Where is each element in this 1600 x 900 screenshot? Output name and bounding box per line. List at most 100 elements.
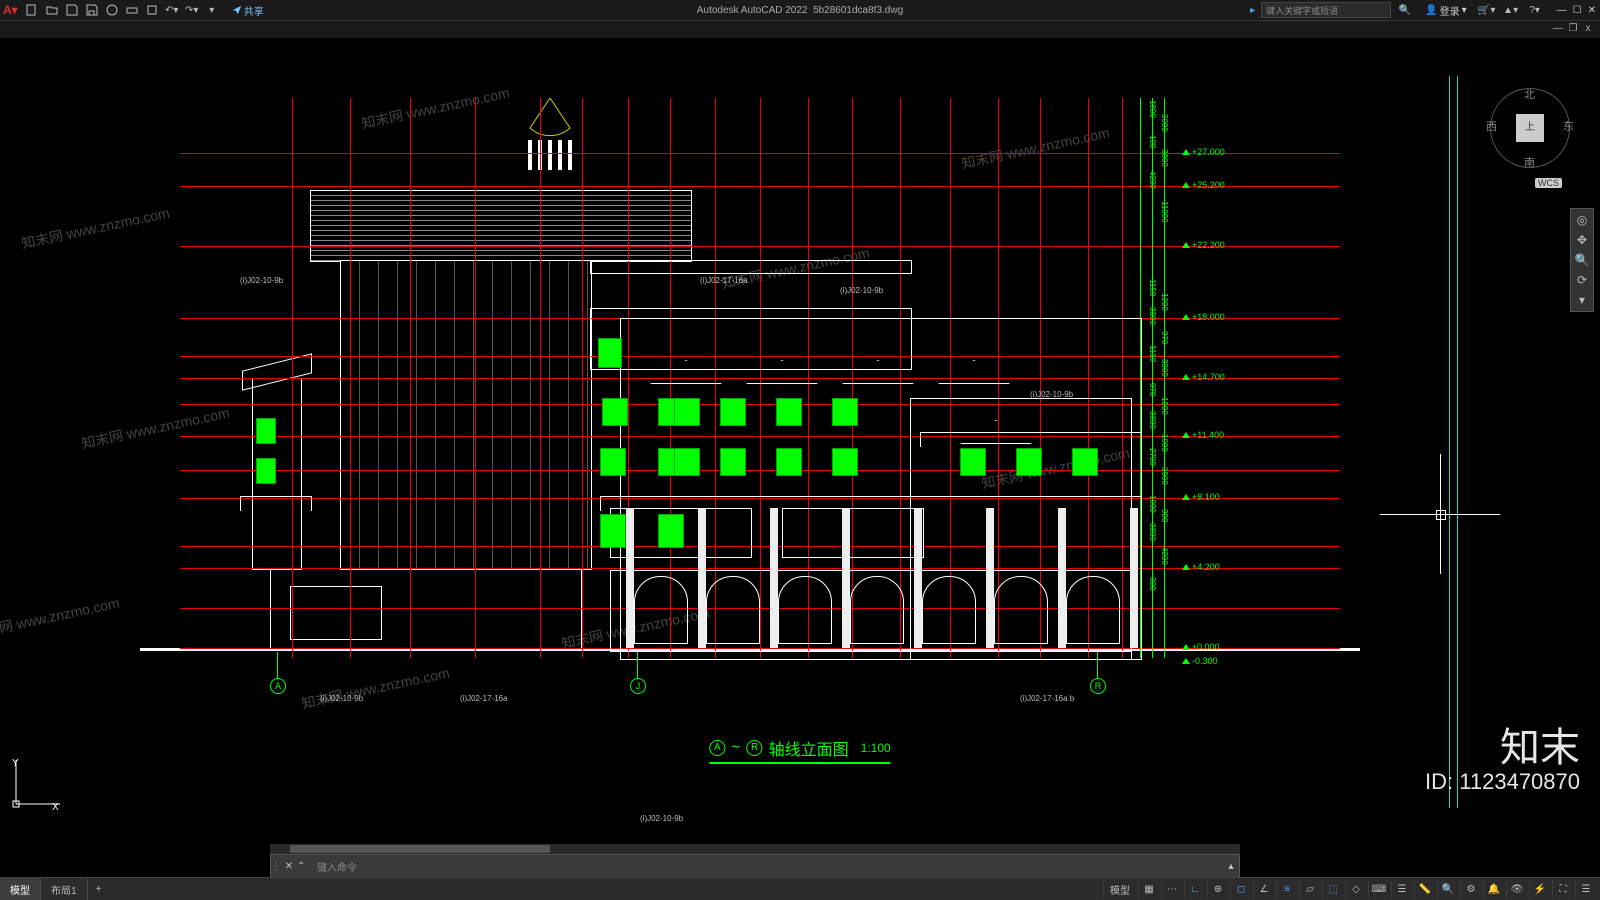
login-button[interactable]: 👤登录▾: [1425, 3, 1466, 18]
arch: [778, 576, 832, 644]
layout-tabs: 模型 布局1 +: [0, 878, 109, 900]
nav-more-icon[interactable]: ▾: [1579, 293, 1585, 307]
new-icon[interactable]: [23, 1, 41, 19]
ortho-icon[interactable]: ∟: [1184, 880, 1205, 898]
window: [598, 338, 622, 368]
units-icon[interactable]: 📏: [1414, 880, 1435, 898]
plot-icon[interactable]: [123, 1, 141, 19]
callout-label: (i)J02-17-16a: [700, 276, 748, 285]
print-icon[interactable]: [143, 1, 161, 19]
level-marker: +8.100: [1182, 492, 1220, 502]
annoscale-icon[interactable]: 🔍: [1437, 880, 1458, 898]
level-marker: +11.400: [1182, 430, 1224, 440]
search-input[interactable]: 键入关键字或短语: [1261, 2, 1391, 18]
polar-icon[interactable]: ⊕: [1207, 880, 1228, 898]
customize-icon[interactable]: ☰: [1575, 880, 1596, 898]
horizontal-scrollbar[interactable]: [270, 844, 1240, 854]
nav-pan-icon[interactable]: ✥: [1577, 233, 1587, 247]
eave: [920, 432, 1142, 447]
share-button[interactable]: 共享: [232, 3, 264, 18]
nav-wheel-icon[interactable]: ◎: [1577, 213, 1587, 227]
cmdline-expand-icon[interactable]: ▴: [1223, 861, 1239, 872]
viewcube[interactable]: 上 北 南 西 东: [1490, 88, 1570, 168]
dome-column: [528, 140, 532, 170]
cart-icon[interactable]: 🛒▾: [1478, 1, 1496, 19]
callout-label: (i)J02-10-9b: [240, 276, 283, 285]
axis-bubble: R: [1090, 678, 1106, 694]
tab-model[interactable]: 模型: [0, 878, 41, 900]
viewcube-north[interactable]: 北: [1524, 86, 1535, 102]
minimize-button[interactable]: —: [1557, 5, 1567, 16]
snapmode-icon[interactable]: ⋯: [1161, 880, 1182, 898]
help-icon[interactable]: ?▾: [1526, 1, 1544, 19]
redo-icon[interactable]: ↷▾: [183, 1, 201, 19]
login-dropdown-icon: ▾: [1462, 5, 1467, 16]
title-bar: A▾ ↶▾ ↷▾ ▾ 共享 Autodesk AutoCAD 2022 5b28…: [0, 0, 1600, 20]
command-line[interactable]: ⋮ ✕ ⌃ 键入命令 ▴: [270, 854, 1240, 878]
wcs-badge[interactable]: WCS: [1535, 178, 1562, 188]
scrollbar-thumb[interactable]: [290, 845, 550, 853]
viewcube-west[interactable]: 西: [1486, 118, 1497, 134]
modelspace-toggle[interactable]: 模型: [1103, 880, 1136, 898]
osnap-icon[interactable]: ◻: [1230, 880, 1251, 898]
tab-layout1[interactable]: 布局1: [41, 878, 88, 900]
window: [832, 398, 858, 426]
app-switcher-icon[interactable]: ▲▾: [1502, 1, 1520, 19]
cmdline-grip-icon[interactable]: ⋮: [271, 861, 281, 872]
dimension-value: 2700: [1148, 448, 1157, 466]
file-tab-row: — ❐ x: [0, 20, 1600, 40]
maximize-button[interactable]: ☐: [1573, 5, 1582, 16]
transparency-icon[interactable]: ▱: [1299, 880, 1320, 898]
nav-zoom-icon[interactable]: 🔍: [1575, 253, 1590, 267]
viewcube-top[interactable]: 上: [1516, 114, 1544, 142]
dimension-value: 970: [1160, 331, 1169, 344]
drawing-canvas[interactable]: 知末网 www.znzmo.com 知末网 www.znzmo.com 知末网 …: [0, 38, 1600, 854]
window: [720, 448, 746, 476]
selection-cycling-icon[interactable]: ⬚: [1322, 880, 1343, 898]
add-layout-button[interactable]: +: [88, 884, 110, 895]
drawing-minimize-button[interactable]: —: [1552, 23, 1564, 35]
window: [776, 448, 802, 476]
undo-icon[interactable]: ↶▾: [163, 1, 181, 19]
column: [986, 508, 994, 648]
callout-label: (i)J02-10-9b: [640, 814, 683, 823]
axis-bubble: A: [270, 678, 286, 694]
dyninput-icon[interactable]: ⌨: [1368, 880, 1389, 898]
viewcube-east[interactable]: 东: [1563, 118, 1574, 134]
3dosnap-icon[interactable]: ◇: [1345, 880, 1366, 898]
web-icon[interactable]: [103, 1, 121, 19]
lineweight-icon[interactable]: ≡: [1276, 880, 1297, 898]
nav-orbit-icon[interactable]: ⟳: [1577, 273, 1587, 287]
dimension-value: 970: [1148, 383, 1157, 396]
cleanscreen-icon[interactable]: ⛶: [1552, 880, 1573, 898]
callout-label: (i)J02-10-9b: [840, 286, 883, 295]
dome: [520, 98, 580, 140]
brand-watermark: 知末 ID: 1123470870: [1425, 726, 1580, 794]
grid-toggle-icon[interactable]: ▦: [1138, 880, 1159, 898]
arch: [634, 576, 688, 644]
viewcube-south[interactable]: 南: [1524, 154, 1535, 170]
isolate-icon[interactable]: 👁: [1506, 880, 1527, 898]
drawing-restore-button[interactable]: ❐: [1567, 23, 1579, 35]
close-button[interactable]: ✕: [1588, 5, 1596, 16]
saveas-icon[interactable]: [83, 1, 101, 19]
window: [720, 398, 746, 426]
drawing-close-button[interactable]: x: [1582, 23, 1594, 35]
window: [600, 514, 626, 548]
dimension-value: 1150: [1148, 279, 1157, 296]
search-icon[interactable]: 🔍: [1396, 1, 1414, 19]
quickprops-icon[interactable]: ☰: [1391, 880, 1412, 898]
arch: [1066, 576, 1120, 644]
hardware-accel-icon[interactable]: ⚡: [1529, 880, 1550, 898]
workspace-icon[interactable]: ⚙: [1460, 880, 1481, 898]
save-icon[interactable]: [63, 1, 81, 19]
otrack-icon[interactable]: ∠: [1253, 880, 1274, 898]
ucs-x-label: X: [52, 802, 59, 813]
qat-dropdown-icon[interactable]: ▾: [203, 1, 221, 19]
cmdline-close-icon[interactable]: ✕: [281, 861, 297, 872]
app-logo-icon[interactable]: A▾: [3, 3, 18, 17]
annotation-monitor-icon[interactable]: 🔔: [1483, 880, 1504, 898]
grid-line-h: [180, 246, 1340, 247]
open-icon[interactable]: [43, 1, 61, 19]
cmdline-history-icon[interactable]: ⌃: [297, 861, 313, 872]
